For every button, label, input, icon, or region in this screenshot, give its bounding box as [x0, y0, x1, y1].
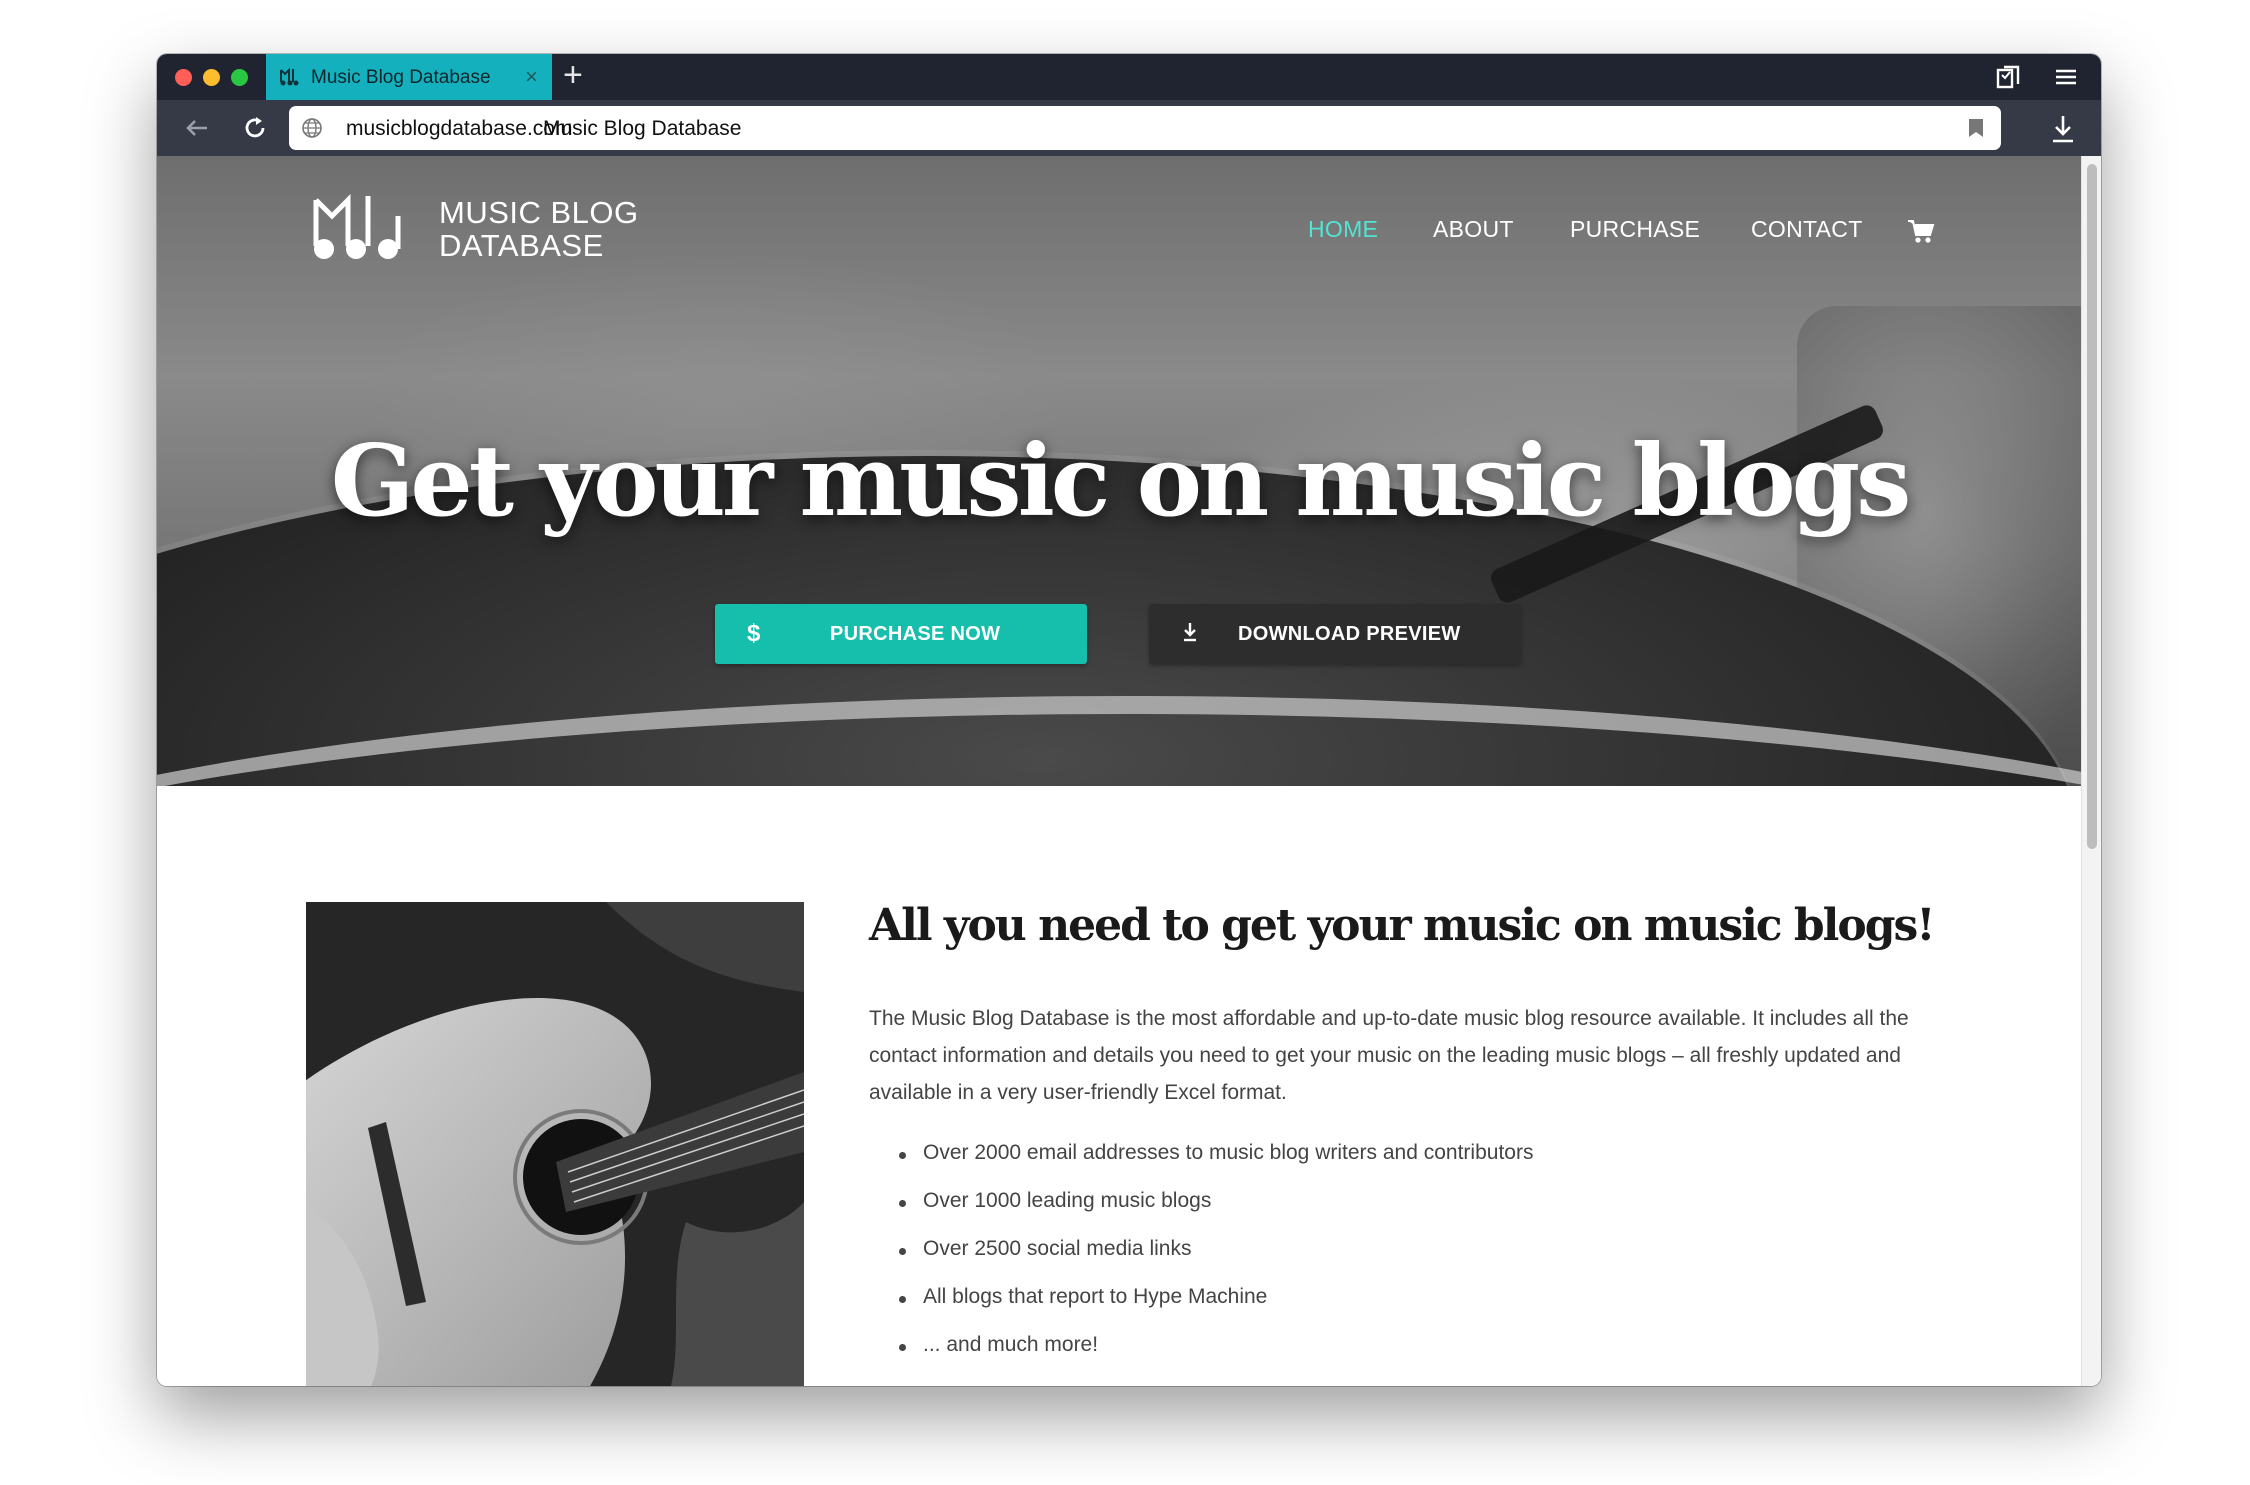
- tab-music-blog-database[interactable]: Music Blog Database ×: [266, 54, 552, 100]
- hero-headline: Get your music on music blogs: [330, 424, 1912, 539]
- tab-close-icon[interactable]: ×: [525, 64, 538, 90]
- intro-paragraph: The Music Blog Database is the most affo…: [869, 1007, 1909, 1104]
- dollar-icon: $: [747, 620, 761, 647]
- list-item: All blogs that report to Hype Machine: [869, 1285, 1533, 1333]
- nav-contact[interactable]: CONTACT: [1751, 216, 1863, 243]
- globe-icon: [302, 118, 322, 138]
- site-logo-text[interactable]: MUSIC BLOG DATABASE: [439, 196, 639, 262]
- back-icon[interactable]: [183, 114, 211, 142]
- section-title: All you need to get your music on music …: [869, 900, 1936, 951]
- cart-icon[interactable]: [1907, 218, 1935, 244]
- logo-line-1: MUSIC BLOG: [439, 195, 639, 230]
- download-preview-label: DOWNLOAD PREVIEW: [1238, 623, 1461, 645]
- tab-bar: Music Blog Database × +: [157, 54, 2101, 100]
- minimize-window-button[interactable]: [203, 69, 220, 86]
- navigation-toolbar: musicblogdatabase.com Music Blog Databas…: [157, 100, 2101, 156]
- browser-window: Music Blog Database × + musicblogdatabas…: [157, 54, 2101, 1386]
- tab-title: Music Blog Database: [311, 67, 491, 88]
- nav-home[interactable]: HOME: [1308, 216, 1378, 243]
- menu-icon[interactable]: [2053, 64, 2079, 90]
- site-favicon-icon: [280, 67, 299, 86]
- maximize-window-button[interactable]: [231, 69, 248, 86]
- download-icon[interactable]: [2049, 114, 2077, 144]
- guitar-photo: [306, 902, 804, 1386]
- nav-purchase[interactable]: PURCHASE: [1570, 216, 1700, 243]
- address-bar[interactable]: musicblogdatabase.com Music Blog Databas…: [289, 106, 2001, 150]
- bookmark-icon[interactable]: [1967, 118, 1985, 138]
- url-page-title: Music Blog Database: [543, 117, 742, 140]
- list-item: Over 1000 leading music blogs: [869, 1189, 1533, 1237]
- download-preview-button[interactable]: DOWNLOAD PREVIEW: [1149, 604, 1521, 664]
- new-tab-button[interactable]: +: [563, 58, 583, 92]
- site-logo-icon[interactable]: [310, 194, 406, 264]
- url-host: musicblogdatabase.com: [346, 117, 573, 140]
- logo-line-2: DATABASE: [439, 228, 604, 263]
- list-item: Over 2000 email addresses to music blog …: [869, 1141, 1533, 1189]
- reload-icon[interactable]: [241, 114, 269, 142]
- nav-about[interactable]: ABOUT: [1433, 216, 1514, 243]
- bookmarks-panel-icon[interactable]: [1995, 64, 2021, 90]
- download-preview-icon: [1184, 623, 1196, 642]
- close-window-button[interactable]: [175, 69, 192, 86]
- list-item: ... and much more!: [869, 1333, 1533, 1381]
- guitar-illustration: [306, 902, 804, 1386]
- scrollbar-thumb[interactable]: [2087, 164, 2097, 849]
- list-item: Over 2500 social media links: [869, 1237, 1533, 1285]
- vertical-scrollbar[interactable]: [2081, 156, 2101, 1386]
- feature-list: Over 2000 email addresses to music blog …: [869, 1141, 1533, 1381]
- hero-section: MUSIC BLOG DATABASE HOME ABOUT PURCHASE …: [157, 156, 2081, 786]
- purchase-now-button[interactable]: $ PURCHASE NOW: [715, 604, 1087, 664]
- page-content: MUSIC BLOG DATABASE HOME ABOUT PURCHASE …: [157, 156, 2081, 1386]
- purchase-now-label: PURCHASE NOW: [830, 623, 1001, 645]
